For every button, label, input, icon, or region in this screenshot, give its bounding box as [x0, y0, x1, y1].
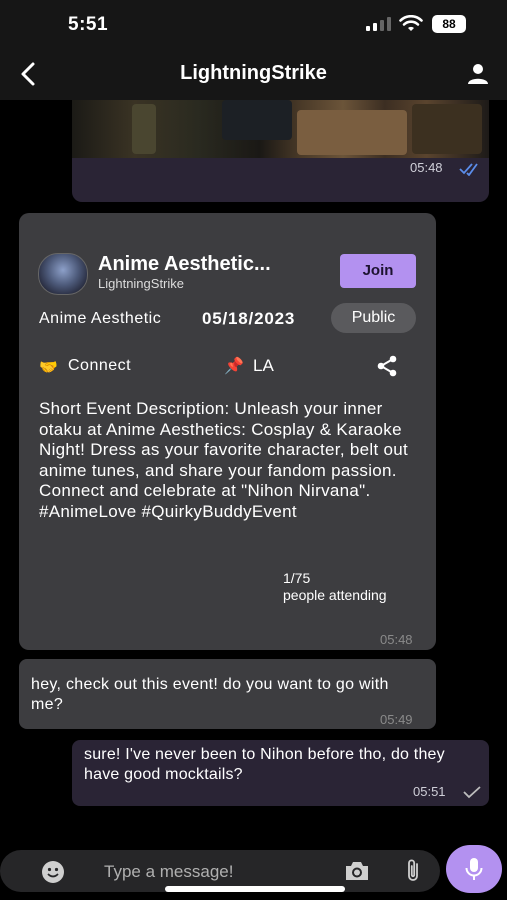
- wifi-icon: [399, 15, 423, 31]
- handshake-icon: 🤝: [39, 359, 58, 376]
- cellular-signal-icon: [366, 17, 391, 31]
- check-icon: [463, 786, 481, 799]
- event-category: Anime Aesthetic: [39, 310, 162, 327]
- paperclip-icon[interactable]: [402, 858, 426, 884]
- person-icon[interactable]: [466, 62, 490, 86]
- event-type-label: Connect: [68, 357, 132, 374]
- camera-icon[interactable]: [344, 860, 370, 882]
- message-time: 05:48: [410, 160, 443, 175]
- image-message-bubble[interactable]: [72, 100, 489, 202]
- event-location: LA: [253, 356, 274, 375]
- mic-button[interactable]: [446, 845, 502, 893]
- message-text: sure! I've never been to Nihon before th…: [84, 746, 445, 783]
- event-description: Short Event Description: Unleash your in…: [39, 399, 409, 521]
- event-host: LightningStrike: [98, 276, 184, 291]
- attendance-count: 1/75: [283, 570, 311, 586]
- message-time: 05:51: [413, 784, 446, 799]
- microphone-icon: [465, 858, 483, 880]
- attendance-label: people attending: [283, 587, 387, 603]
- message-input[interactable]: [104, 860, 304, 884]
- emoji-icon[interactable]: [41, 860, 65, 884]
- double-check-icon: [459, 163, 478, 176]
- join-button[interactable]: Join: [340, 254, 416, 288]
- visibility-badge: Public: [331, 303, 416, 333]
- event-title: Anime Aesthetic...: [98, 253, 271, 275]
- message-time: 05:49: [380, 712, 413, 727]
- event-avatar: [38, 253, 88, 295]
- status-time: 5:51: [68, 14, 109, 35]
- shared-photo[interactable]: [72, 100, 489, 158]
- pin-icon: 📌: [224, 358, 244, 375]
- home-indicator: [165, 886, 345, 892]
- event-date: 05/18/2023: [202, 309, 296, 328]
- battery-indicator: 88: [432, 15, 466, 33]
- chat-title: LightningStrike: [180, 62, 327, 84]
- share-icon[interactable]: [375, 354, 399, 378]
- message-time: 05:48: [380, 632, 413, 647]
- message-text: hey, check out this event! do you want t…: [31, 676, 389, 713]
